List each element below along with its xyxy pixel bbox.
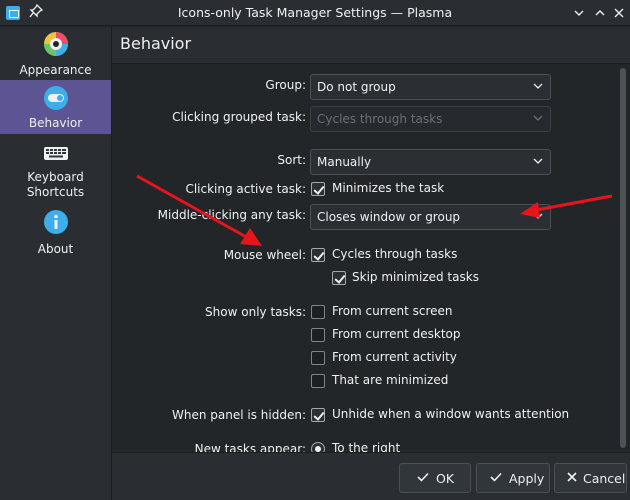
from-current-screen-label: From current screen bbox=[332, 304, 453, 318]
sidebar-item-about[interactable]: About bbox=[0, 207, 111, 257]
clicking-grouped-row: Clicking grouped task: Cycles through ta… bbox=[112, 106, 612, 132]
keyboard-icon bbox=[43, 141, 69, 167]
sidebar-item-label: About bbox=[37, 242, 74, 256]
group-value: Do not group bbox=[317, 80, 396, 94]
info-icon bbox=[43, 209, 69, 235]
panel-hidden-row: When panel is hidden: Unhide when a wind… bbox=[112, 404, 612, 428]
chevron-down-icon bbox=[532, 154, 544, 168]
unhide-attention-label: Unhide when a window wants attention bbox=[332, 407, 570, 421]
mouse-wheel-row: Mouse wheel: Cycles through tasks bbox=[112, 244, 612, 268]
ok-label: OK bbox=[436, 471, 455, 486]
dialog-footer: OK Apply Cancel bbox=[112, 452, 630, 500]
minimizes-task-checkbox[interactable] bbox=[311, 182, 325, 196]
middle-clicking-combobox[interactable]: Closes window or group bbox=[310, 204, 551, 230]
cancel-label: Cancel bbox=[583, 471, 626, 486]
sort-value: Manually bbox=[317, 155, 372, 169]
ok-button[interactable]: OK bbox=[399, 463, 471, 493]
page-title: Behavior bbox=[120, 34, 192, 53]
panel-hidden-label: When panel is hidden: bbox=[172, 408, 306, 422]
sidebar: Appearance Behavior Keyboard Shortcuts A… bbox=[0, 27, 112, 500]
sidebar-item-label: Appearance bbox=[19, 63, 92, 77]
window-title: Icons-only Task Manager Settings — Plasm… bbox=[177, 5, 453, 20]
minimizes-task-label: Minimizes the task bbox=[332, 181, 445, 195]
show-only-row-2: From current desktop bbox=[112, 324, 612, 348]
cycles-through-tasks-label: Cycles through tasks bbox=[332, 247, 458, 261]
cycles-through-tasks-checkbox[interactable] bbox=[311, 248, 325, 262]
from-current-desktop-label: From current desktop bbox=[332, 327, 461, 341]
checkmark-icon bbox=[489, 470, 503, 488]
group-combobox[interactable]: Do not group bbox=[310, 74, 551, 100]
from-current-screen-checkbox[interactable] bbox=[311, 305, 325, 319]
mouse-wheel-label: Mouse wheel: bbox=[223, 248, 306, 262]
clicking-grouped-label: Clicking grouped task: bbox=[172, 110, 306, 124]
minimize-button[interactable] bbox=[570, 4, 588, 22]
sidebar-item-appearance[interactable]: Appearance bbox=[0, 29, 111, 79]
show-only-label: Show only tasks: bbox=[205, 305, 306, 319]
apply-button[interactable]: Apply bbox=[476, 463, 550, 493]
unhide-attention-checkbox[interactable] bbox=[311, 408, 325, 422]
show-only-row-3: From current activity bbox=[112, 347, 612, 371]
clicking-grouped-value: Cycles through tasks bbox=[317, 112, 443, 126]
middle-clicking-value: Closes window or group bbox=[317, 210, 461, 224]
cancel-button[interactable]: Cancel bbox=[554, 463, 627, 493]
sort-row: Sort: Manually bbox=[112, 149, 612, 175]
vertical-scrollbar[interactable] bbox=[618, 64, 628, 452]
from-current-activity-checkbox[interactable] bbox=[311, 351, 325, 365]
from-current-desktop-checkbox[interactable] bbox=[311, 328, 325, 342]
settings-form: Group: Do not group Clicking grouped tas… bbox=[112, 64, 630, 456]
chevron-down-icon bbox=[532, 111, 544, 125]
sidebar-item-label: Behavior bbox=[28, 116, 83, 130]
middle-clicking-row: Middle-clicking any task: Closes window … bbox=[112, 204, 612, 230]
skip-minimized-row: Skip minimized tasks bbox=[112, 267, 612, 291]
middle-clicking-label: Middle-clicking any task: bbox=[157, 208, 306, 222]
clicking-active-row: Clicking active task: Minimizes the task bbox=[112, 178, 612, 202]
cancel-x-icon bbox=[565, 470, 579, 488]
apply-label: Apply bbox=[509, 471, 545, 486]
sidebar-item-keyboard-shortcuts[interactable]: Keyboard Shortcuts bbox=[0, 139, 111, 201]
group-row: Group: Do not group bbox=[112, 74, 612, 100]
close-button[interactable] bbox=[610, 4, 628, 22]
that-are-minimized-checkbox[interactable] bbox=[311, 374, 325, 388]
that-are-minimized-label: That are minimized bbox=[332, 373, 449, 387]
skip-minimized-label: Skip minimized tasks bbox=[352, 270, 479, 284]
behavior-toggle-icon bbox=[43, 85, 69, 111]
title-bar: Icons-only Task Manager Settings — Plasm… bbox=[0, 0, 630, 26]
chevron-down-icon bbox=[532, 79, 544, 93]
from-current-activity-label: From current activity bbox=[332, 350, 457, 364]
maximize-button[interactable] bbox=[591, 4, 609, 22]
scrollbar-thumb[interactable] bbox=[620, 68, 626, 448]
clicking-active-label: Clicking active task: bbox=[185, 182, 306, 196]
show-only-row: Show only tasks: From current screen bbox=[112, 301, 612, 325]
appearance-icon bbox=[43, 31, 69, 57]
sidebar-item-label: Keyboard bbox=[27, 170, 84, 184]
sidebar-item-label: Shortcuts bbox=[26, 185, 85, 199]
sidebar-item-behavior[interactable]: Behavior bbox=[0, 80, 111, 134]
sort-combobox[interactable]: Manually bbox=[310, 149, 551, 175]
group-label: Group: bbox=[265, 78, 306, 92]
chevron-down-icon bbox=[532, 209, 544, 223]
main-panel: Behavior Group: Do not group Clicking gr… bbox=[112, 27, 630, 500]
skip-minimized-checkbox[interactable] bbox=[332, 271, 346, 285]
page-header: Behavior bbox=[112, 27, 630, 64]
clicking-grouped-combobox: Cycles through tasks bbox=[310, 106, 551, 132]
show-only-row-4: That are minimized bbox=[112, 370, 612, 394]
sort-label: Sort: bbox=[277, 153, 306, 167]
checkmark-icon bbox=[416, 470, 430, 488]
